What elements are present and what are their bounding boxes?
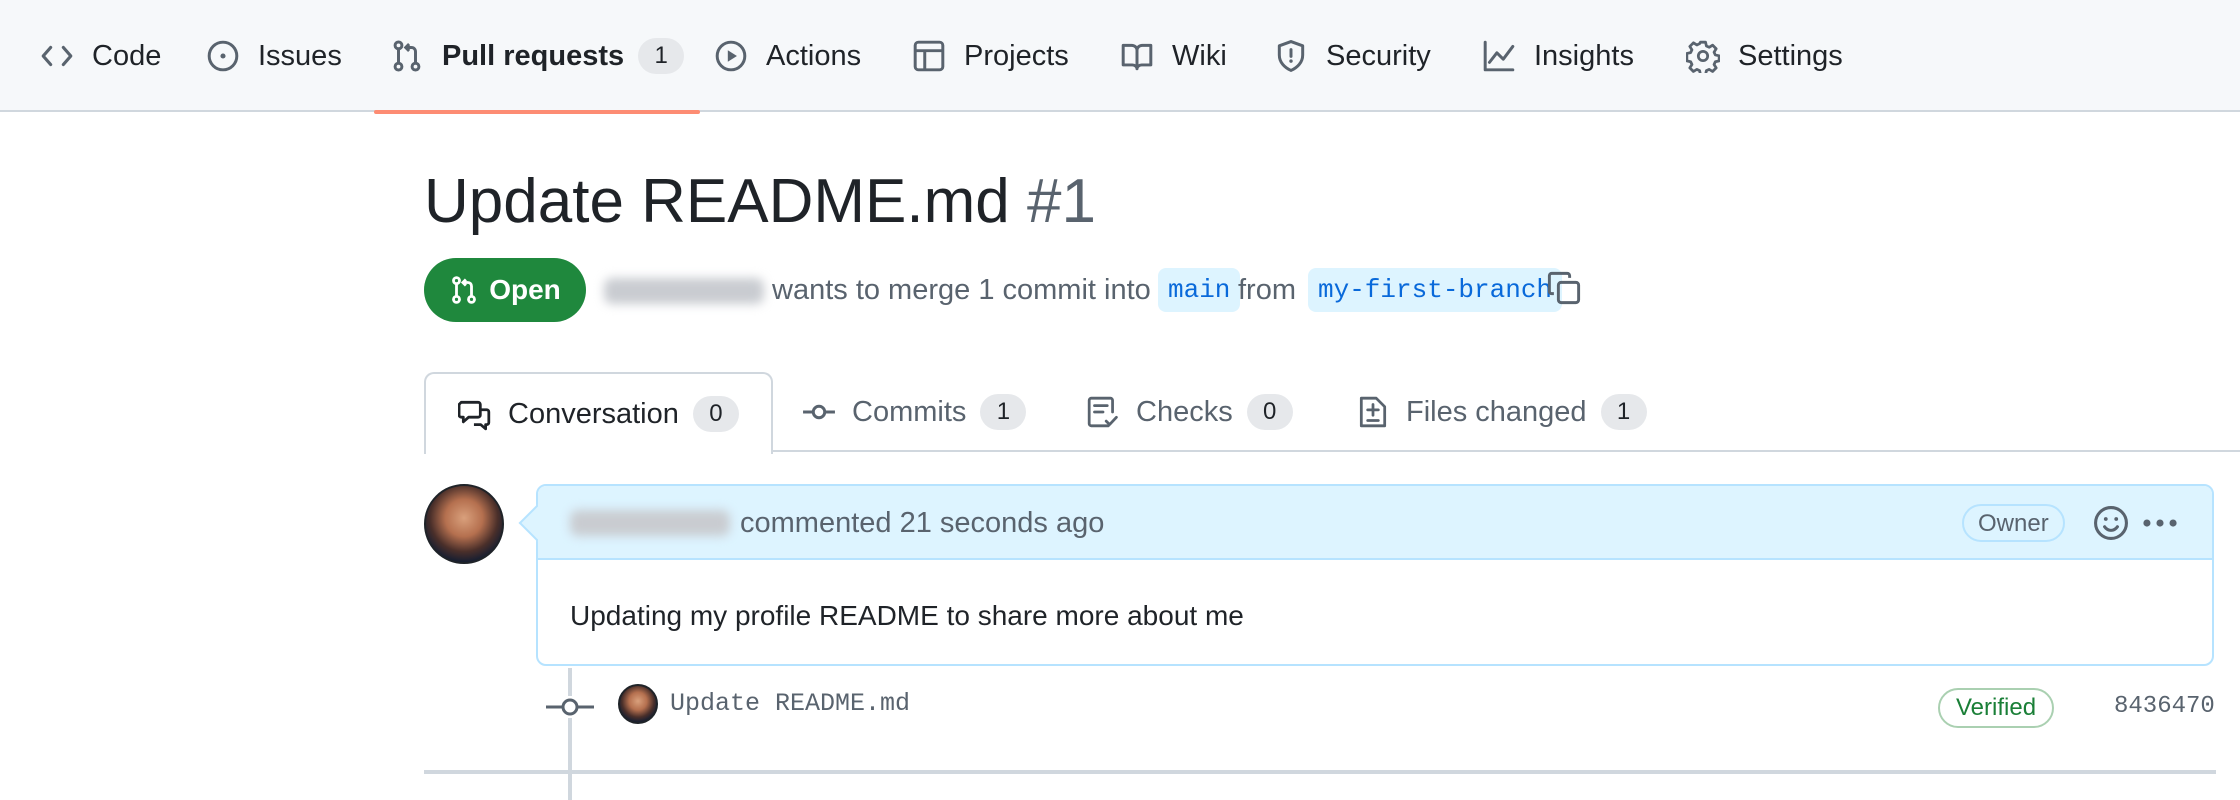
nav-pull-requests[interactable]: Pull requests 1 (373, 0, 701, 114)
nav-settings-label: Settings (1738, 39, 1843, 72)
timeline-line (568, 668, 572, 800)
comment-header: commented 21 seconds ago Owner (538, 486, 2212, 560)
table-icon (913, 40, 945, 72)
commit-sha[interactable]: 8436470 (2114, 688, 2215, 726)
play-icon (715, 40, 747, 72)
timeline-bottom-rule (424, 770, 2216, 774)
tab-conversation-counter: 0 (692, 396, 739, 432)
nav-projects-label: Projects (964, 39, 1069, 72)
nav-code[interactable]: Code (40, 0, 161, 112)
pr-number: #1 (1027, 167, 1096, 236)
nav-insights[interactable]: Insights (1482, 0, 1634, 112)
issue-opened-icon (207, 40, 239, 72)
from-text: from (1238, 274, 1296, 306)
commit-message[interactable]: Update README.md (670, 686, 910, 722)
comment-body: Updating my profile README to share more… (570, 600, 1244, 631)
nav-insights-label: Insights (1534, 39, 1634, 72)
book-icon (1121, 43, 1153, 71)
nav-wiki-label: Wiki (1172, 39, 1227, 72)
pr-state-label: Open (489, 274, 561, 305)
nav-actions[interactable]: Actions (714, 0, 861, 112)
tab-checks-label: Checks (1136, 395, 1233, 428)
nav-actions-label: Actions (766, 39, 862, 72)
code-icon (41, 45, 73, 67)
nav-pull-requests-label: Pull requests (442, 39, 625, 72)
tab-conversation[interactable]: Conversation 0 (424, 372, 773, 454)
nav-settings[interactable]: Settings (1686, 0, 1843, 112)
author-username-redacted[interactable] (604, 278, 764, 304)
nav-issues[interactable]: Issues (206, 0, 342, 112)
comment-timestamp[interactable]: commented 21 seconds ago (740, 504, 1104, 542)
git-commit-icon (803, 404, 835, 420)
pr-title: Update README.md #1 (424, 160, 1096, 244)
pr-state-badge: Open (424, 258, 586, 322)
shield-icon (1277, 40, 1305, 72)
nav-wiki[interactable]: Wiki (1120, 0, 1227, 112)
nav-projects[interactable]: Projects (912, 0, 1069, 112)
nav-code-label: Code (92, 39, 162, 72)
graph-icon (1483, 40, 1515, 72)
tab-files-changed[interactable]: Files changed 1 (1356, 372, 1647, 452)
merge-description: wants to merge 1 commit into (772, 274, 1151, 306)
git-commit-icon (544, 696, 596, 718)
nav-issues-label: Issues (258, 39, 342, 72)
kebab-horizontal-icon[interactable] (2140, 504, 2180, 542)
tab-commits-label: Commits (852, 395, 967, 428)
owner-badge: Owner (1962, 504, 2065, 542)
commit-avatar[interactable] (618, 684, 658, 724)
tab-files-changed-label: Files changed (1406, 395, 1587, 428)
smiley-icon[interactable] (2092, 504, 2130, 542)
pr-title-text: Update README.md (424, 167, 1010, 236)
repo-nav: Code Issues Pull requests 1 Actions Proj… (0, 0, 2240, 114)
comment-discussion-icon (458, 400, 491, 431)
comment-author-redacted[interactable] (570, 510, 730, 536)
tab-commits-counter: 1 (980, 394, 1027, 430)
tab-commits[interactable]: Commits 1 (802, 372, 1027, 452)
file-diff-icon (1359, 396, 1387, 428)
nav-security[interactable]: Security (1274, 0, 1431, 112)
tab-checks-counter: 0 (1246, 394, 1293, 430)
nav-pull-requests-counter: 1 (638, 38, 685, 74)
avatar[interactable] (424, 484, 504, 564)
copy-icon[interactable] (1546, 270, 1582, 306)
base-branch[interactable]: main (1158, 268, 1241, 312)
git-pull-request-icon (393, 40, 421, 72)
verified-badge[interactable]: Verified (1938, 688, 2055, 728)
git-pull-request-icon (452, 276, 477, 304)
checklist-icon (1087, 396, 1118, 428)
tab-checks[interactable]: Checks 0 (1086, 372, 1293, 452)
tab-files-changed-counter: 1 (1600, 394, 1647, 430)
head-branch[interactable]: my-first-branch (1308, 268, 1563, 312)
comment-box: commented 21 seconds ago Owner Updating … (518, 484, 2214, 666)
tab-conversation-label: Conversation (508, 397, 679, 430)
gear-icon (1686, 40, 1720, 73)
nav-security-label: Security (1326, 39, 1431, 72)
